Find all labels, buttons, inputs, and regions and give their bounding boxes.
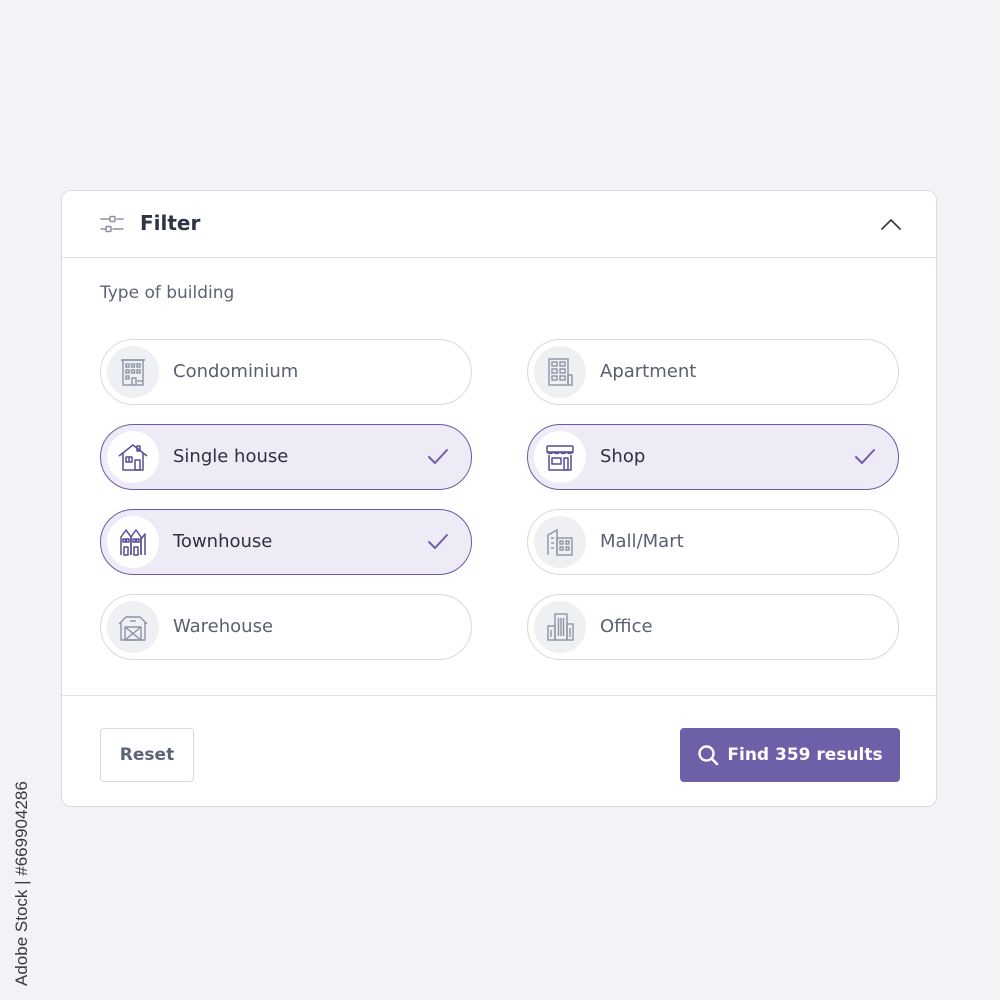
sliders-icon bbox=[100, 215, 124, 233]
option-single-house[interactable]: Single house bbox=[100, 424, 472, 490]
option-label: Office bbox=[600, 616, 653, 637]
stock-id-label: Adobe Stock | #669904286 bbox=[12, 781, 31, 986]
footer-divider bbox=[62, 695, 936, 696]
find-results-button[interactable]: Find 359 results bbox=[680, 728, 900, 782]
option-label: Apartment bbox=[600, 361, 697, 382]
option-shop[interactable]: Shop bbox=[527, 424, 899, 490]
find-results-label: Find 359 results bbox=[727, 745, 883, 765]
option-label: Shop bbox=[600, 446, 646, 467]
reset-button[interactable]: Reset bbox=[100, 728, 194, 782]
option-warehouse[interactable]: Warehouse bbox=[100, 594, 472, 660]
option-label: Warehouse bbox=[173, 616, 274, 637]
option-townhouse[interactable]: Townhouse bbox=[100, 509, 472, 575]
option-label: Condominium bbox=[173, 361, 299, 382]
option-office[interactable]: Office bbox=[527, 594, 899, 660]
search-icon bbox=[698, 745, 719, 766]
chevron-up-icon[interactable] bbox=[876, 209, 906, 239]
option-label: Townhouse bbox=[173, 531, 273, 552]
option-apartment[interactable]: Apartment bbox=[527, 339, 899, 405]
section-label: Type of building bbox=[100, 283, 235, 303]
townhouse-icon bbox=[107, 516, 159, 568]
condominium-icon bbox=[107, 346, 159, 398]
option-condominium[interactable]: Condominium bbox=[100, 339, 472, 405]
apartment-icon bbox=[534, 346, 586, 398]
panel-title: Filter bbox=[140, 211, 201, 235]
checkmark-icon bbox=[855, 449, 875, 464]
shop-icon bbox=[534, 431, 586, 483]
filter-panel: Filter Type of building Condominium Apar… bbox=[61, 190, 937, 807]
option-mall-mart[interactable]: Mall/Mart bbox=[527, 509, 899, 575]
warehouse-icon bbox=[107, 601, 159, 653]
checkmark-icon bbox=[428, 534, 448, 549]
option-label: Mall/Mart bbox=[600, 531, 684, 552]
checkmark-icon bbox=[428, 449, 448, 464]
office-icon bbox=[534, 601, 586, 653]
mall-icon bbox=[534, 516, 586, 568]
house-icon bbox=[107, 431, 159, 483]
option-label: Single house bbox=[173, 446, 289, 467]
filter-header[interactable]: Filter bbox=[62, 191, 936, 258]
